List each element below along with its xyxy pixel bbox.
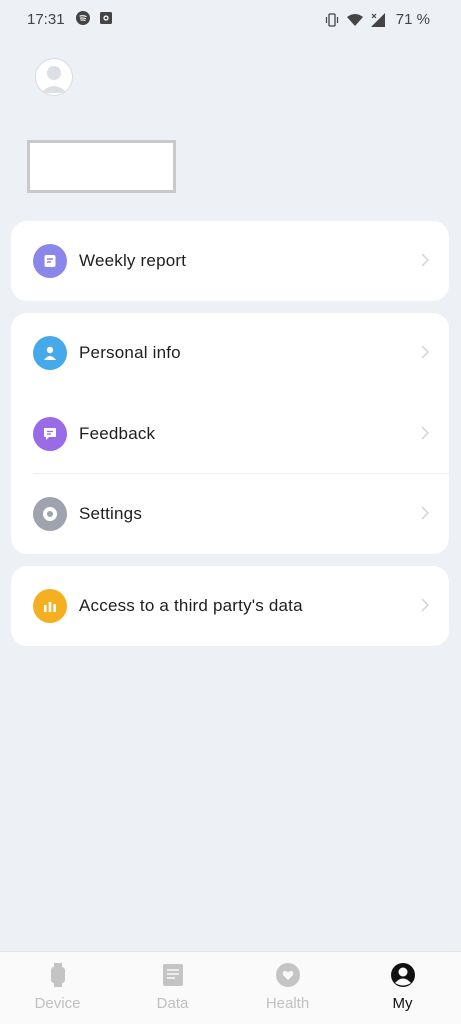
tab-device[interactable]: Device (0, 952, 115, 1024)
heart-icon (276, 963, 300, 987)
user-avatar-icon (41, 66, 67, 93)
chevron-right-icon (421, 506, 429, 520)
person-icon (33, 336, 67, 370)
weekly-report-card: Weekly report (11, 221, 449, 301)
signal-icon (370, 12, 385, 27)
third-party-label: Access to a third party's data (79, 596, 303, 615)
report-icon (33, 244, 67, 278)
feedback-row[interactable]: Feedback (11, 394, 449, 474)
gear-icon (33, 497, 67, 531)
settings-label: Settings (79, 504, 143, 523)
tab-device-label: Device (34, 995, 81, 1012)
chevron-right-icon (421, 345, 429, 359)
user-profile-icon (391, 963, 415, 987)
camera-icon (100, 12, 112, 24)
chevron-right-icon (421, 426, 429, 440)
personal-info-row[interactable]: Personal info (11, 313, 449, 393)
wifi-icon (346, 13, 363, 26)
document-icon (163, 964, 183, 986)
watch-icon (51, 963, 65, 987)
tab-health[interactable]: Health (230, 952, 345, 1024)
status-bar: 17:31 71 % (0, 0, 461, 40)
bottom-tab-bar: Device Data Health My (0, 951, 461, 1024)
tab-data[interactable]: Data (115, 952, 230, 1024)
account-card: Personal info Feedback Settings (11, 313, 449, 554)
weekly-report-row[interactable]: Weekly report (11, 221, 449, 301)
personal-info-label: Personal info (79, 343, 181, 362)
third-party-row[interactable]: Access to a third party's data (11, 566, 449, 646)
status-time: 17:31 (27, 11, 65, 28)
avatar[interactable] (35, 58, 73, 96)
vibrate-icon (325, 12, 338, 27)
weekly-report-label: Weekly report (79, 251, 187, 270)
spotify-icon (76, 11, 90, 25)
feedback-label: Feedback (79, 424, 156, 443)
third-party-card: Access to a third party's data (11, 566, 449, 646)
tab-data-label: Data (156, 995, 189, 1012)
bar-chart-icon (33, 589, 67, 623)
settings-row[interactable]: Settings (11, 474, 449, 554)
battery-level: 71 % (395, 11, 430, 28)
tab-my[interactable]: My (345, 952, 460, 1024)
username-box[interactable] (27, 140, 176, 193)
chat-icon (33, 417, 67, 451)
chevron-right-icon (421, 253, 429, 267)
tab-my-label: My (392, 995, 413, 1012)
chevron-right-icon (421, 598, 429, 612)
tab-health-label: Health (265, 995, 310, 1012)
